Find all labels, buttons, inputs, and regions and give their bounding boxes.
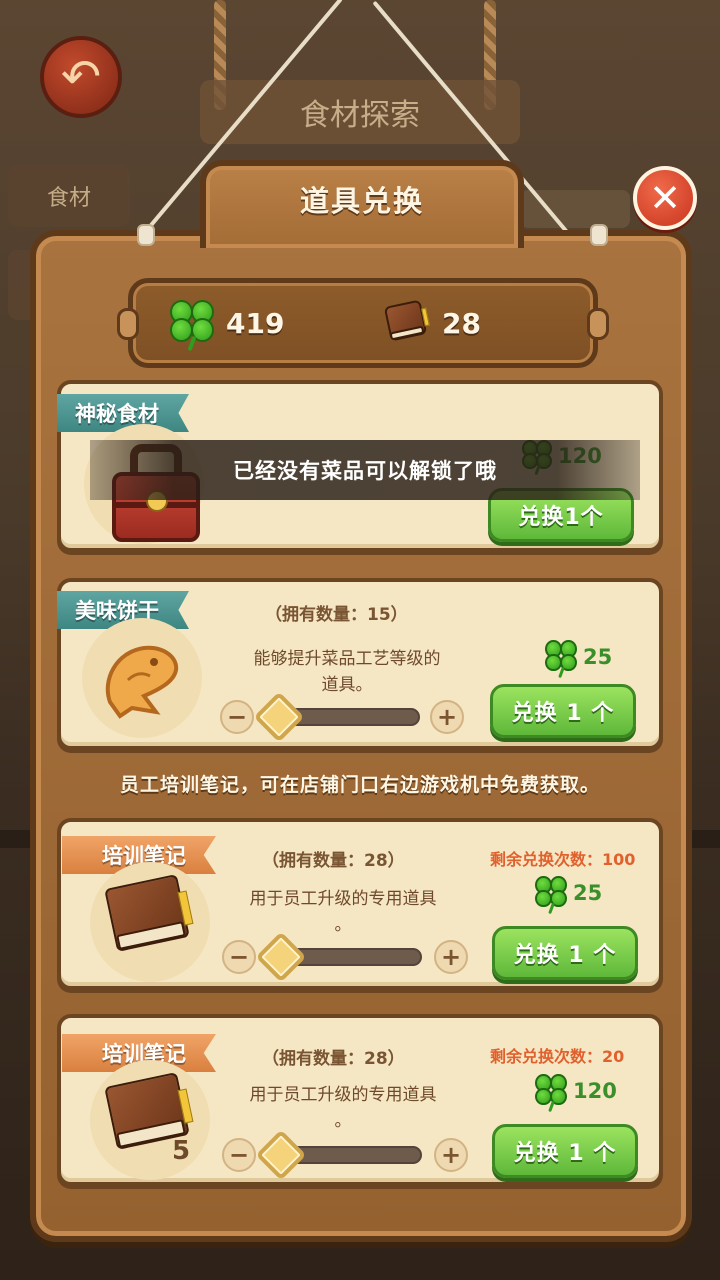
decrease-button[interactable]: − — [222, 940, 256, 974]
card-price: 25 — [545, 640, 613, 678]
book-icon — [103, 874, 196, 960]
fish-biscuit-icon — [105, 645, 179, 719]
description-line: 道具。 — [321, 675, 373, 695]
pin — [590, 224, 608, 246]
increase-button[interactable]: + — [434, 940, 468, 974]
increase-button[interactable]: + — [430, 700, 464, 734]
price-value: 120 — [573, 1079, 617, 1103]
clover-balance: 419 — [170, 300, 285, 351]
dialog-title: 道具兑换 — [299, 184, 424, 218]
toast-message: 已经没有菜品可以解锁了哦 — [90, 440, 640, 500]
exchange-button[interactable]: 兑换 1 个 — [492, 1124, 638, 1178]
info-text: 员工培训笔记，可在店铺门口右边游戏机中免费获取。 — [119, 774, 600, 796]
description-line: 用于员工升级的专用道具 — [249, 889, 437, 909]
clover-icon — [170, 300, 214, 351]
close-button[interactable]: ✕ — [633, 166, 697, 230]
back-arrow-icon: ↶ — [60, 49, 102, 105]
card-price: 120 — [535, 1074, 617, 1112]
description-line: 能够提升菜品工艺等级的 — [253, 649, 441, 669]
back-button[interactable]: ↶ — [40, 36, 122, 118]
remaining-exchanges: 剩余兑换次数：20 — [490, 1047, 625, 1066]
clover-count: 419 — [226, 306, 285, 340]
description-line: 。 — [334, 915, 352, 935]
book-icon — [383, 299, 430, 346]
pin — [137, 224, 155, 246]
owned-count: （拥有数量：28） — [262, 851, 405, 871]
card-price: 25 — [535, 876, 603, 914]
card-title-ribbon: 神秘食材 — [57, 394, 189, 432]
clover-icon — [545, 640, 577, 678]
item-description: 用于员工升级的专用道具 。 — [215, 886, 471, 938]
description-line: 用于员工升级的专用道具 — [249, 1085, 437, 1105]
clover-icon — [535, 876, 567, 914]
remaining-exchanges: 剩余兑换次数：100 — [490, 850, 636, 869]
close-icon: ✕ — [649, 176, 681, 220]
item-description: 能够提升菜品工艺等级的 道具。 — [212, 646, 482, 698]
exchange-button[interactable]: 兑换 1 个 — [492, 926, 638, 980]
clover-icon — [535, 1074, 567, 1112]
item-badge-count: 5 — [172, 1136, 191, 1166]
book-balance: 28 — [383, 299, 481, 346]
exchange-button[interactable]: 兑换 1 个 — [490, 684, 636, 738]
price-value: 25 — [583, 645, 613, 669]
owned-count: （拥有数量：15） — [265, 605, 408, 625]
currency-knob — [587, 308, 609, 340]
decrease-button[interactable]: − — [222, 1138, 256, 1172]
book-count: 28 — [442, 306, 481, 340]
background-tab-ingredients: 食材 — [8, 165, 130, 227]
owned-count: （拥有数量：28） — [262, 1049, 405, 1069]
currency-knob — [117, 308, 139, 340]
increase-button[interactable]: + — [434, 1138, 468, 1172]
price-value: 25 — [573, 881, 603, 905]
item-description: 用于员工升级的专用道具 。 — [215, 1082, 471, 1134]
decrease-button[interactable]: − — [220, 700, 254, 734]
description-line: 。 — [334, 1111, 352, 1131]
toast-text: 已经没有菜品可以解锁了哦 — [233, 459, 497, 483]
